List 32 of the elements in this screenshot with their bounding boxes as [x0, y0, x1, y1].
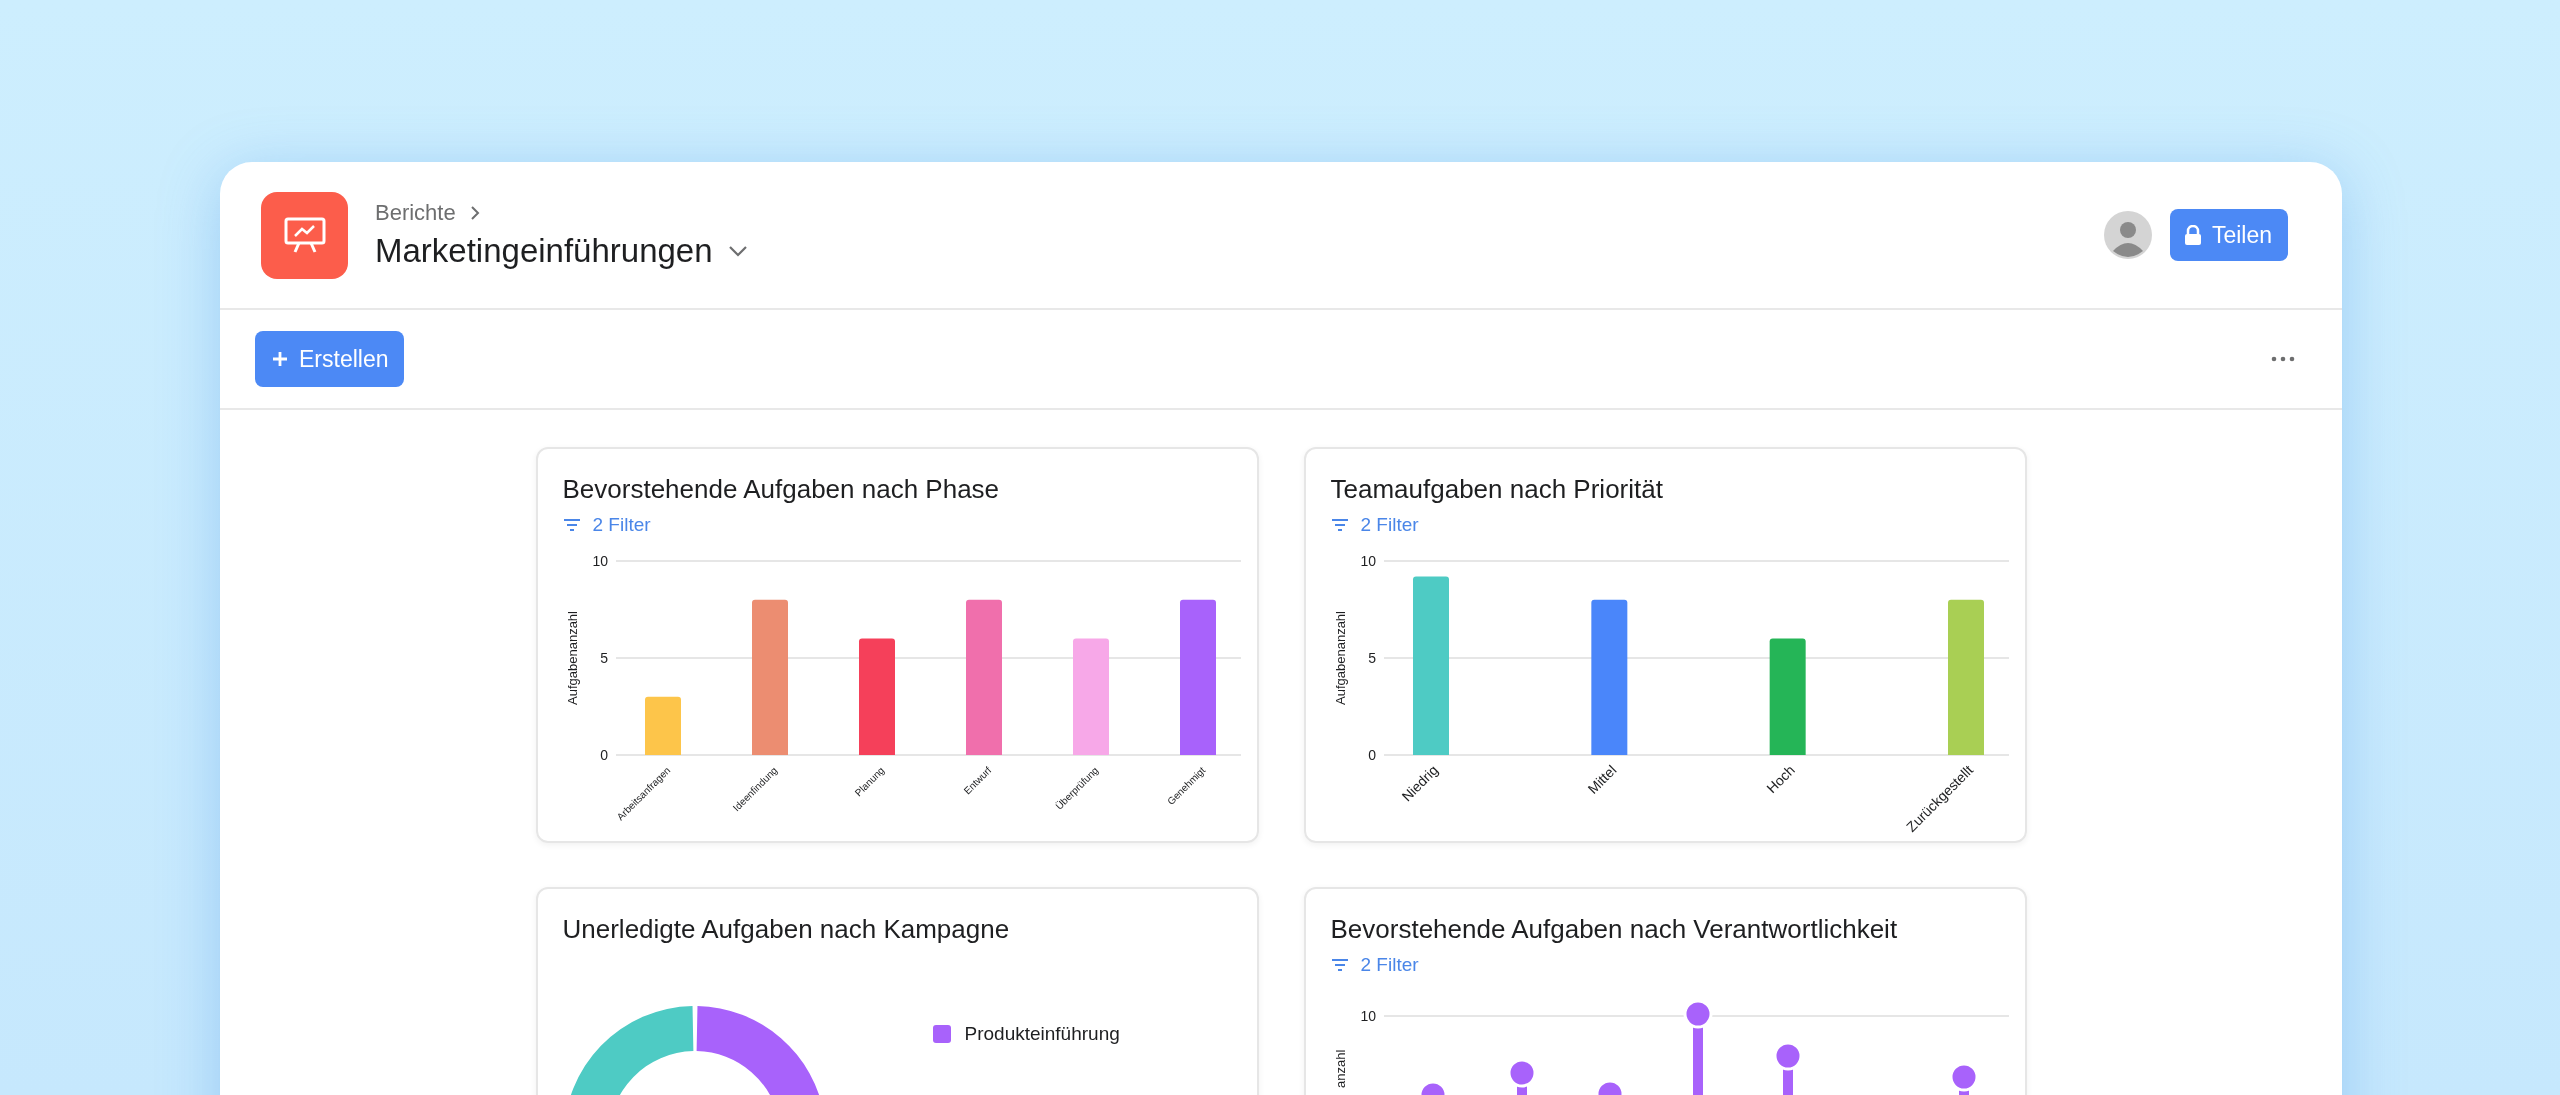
chevron-right-icon: [469, 205, 480, 221]
report-title: Marketingeinführungen: [375, 232, 713, 270]
more-options-icon[interactable]: [2271, 356, 2295, 362]
card-title: Unerledigte Aufgaben nach Kampagne: [562, 913, 1011, 946]
lock-icon: [2183, 225, 2202, 245]
tick-label: 5: [1367, 650, 1376, 666]
presentation-board-icon: [261, 191, 348, 279]
axis-label: Aufgabenanzahl: [1332, 611, 1348, 705]
card-title: Teamaufgaben nach Priorität: [1330, 473, 1664, 506]
share-button[interactable]: Teilen: [2169, 209, 2288, 261]
filter-icon: [562, 518, 581, 532]
tick-label: 10: [1359, 1008, 1376, 1024]
legend-label: Produkteinführung: [964, 1023, 1120, 1045]
tick-label: 10: [591, 553, 608, 569]
card-title: Bevorstehende Aufgaben nach Phase: [562, 473, 1001, 506]
filter-icon: [1330, 958, 1349, 972]
avatar-icon[interactable]: [2103, 211, 2152, 259]
caret-down-icon[interactable]: [726, 244, 749, 258]
filter-link[interactable]: 2 Filter: [1330, 951, 1419, 979]
axis-label: Aufgabenanzahl: [564, 611, 580, 705]
filter-link[interactable]: 2 Filter: [562, 511, 651, 539]
tick-label: 0: [1367, 747, 1376, 763]
breadcrumb-link[interactable]: Berichte: [375, 200, 456, 226]
axis-label: anzahl: [1332, 1049, 1348, 1088]
tick-label: 10: [1359, 553, 1376, 569]
create-button[interactable]: Erstellen: [255, 331, 405, 387]
filter-icon: [1330, 518, 1349, 532]
filter-link[interactable]: 2 Filter: [1330, 511, 1419, 539]
plus-icon: [271, 350, 289, 368]
card-title: Bevorstehende Aufgaben nach Verantwortlichkeit: [1330, 913, 1899, 946]
tick-label: 0: [599, 747, 608, 763]
tick-label: 5: [599, 650, 608, 666]
